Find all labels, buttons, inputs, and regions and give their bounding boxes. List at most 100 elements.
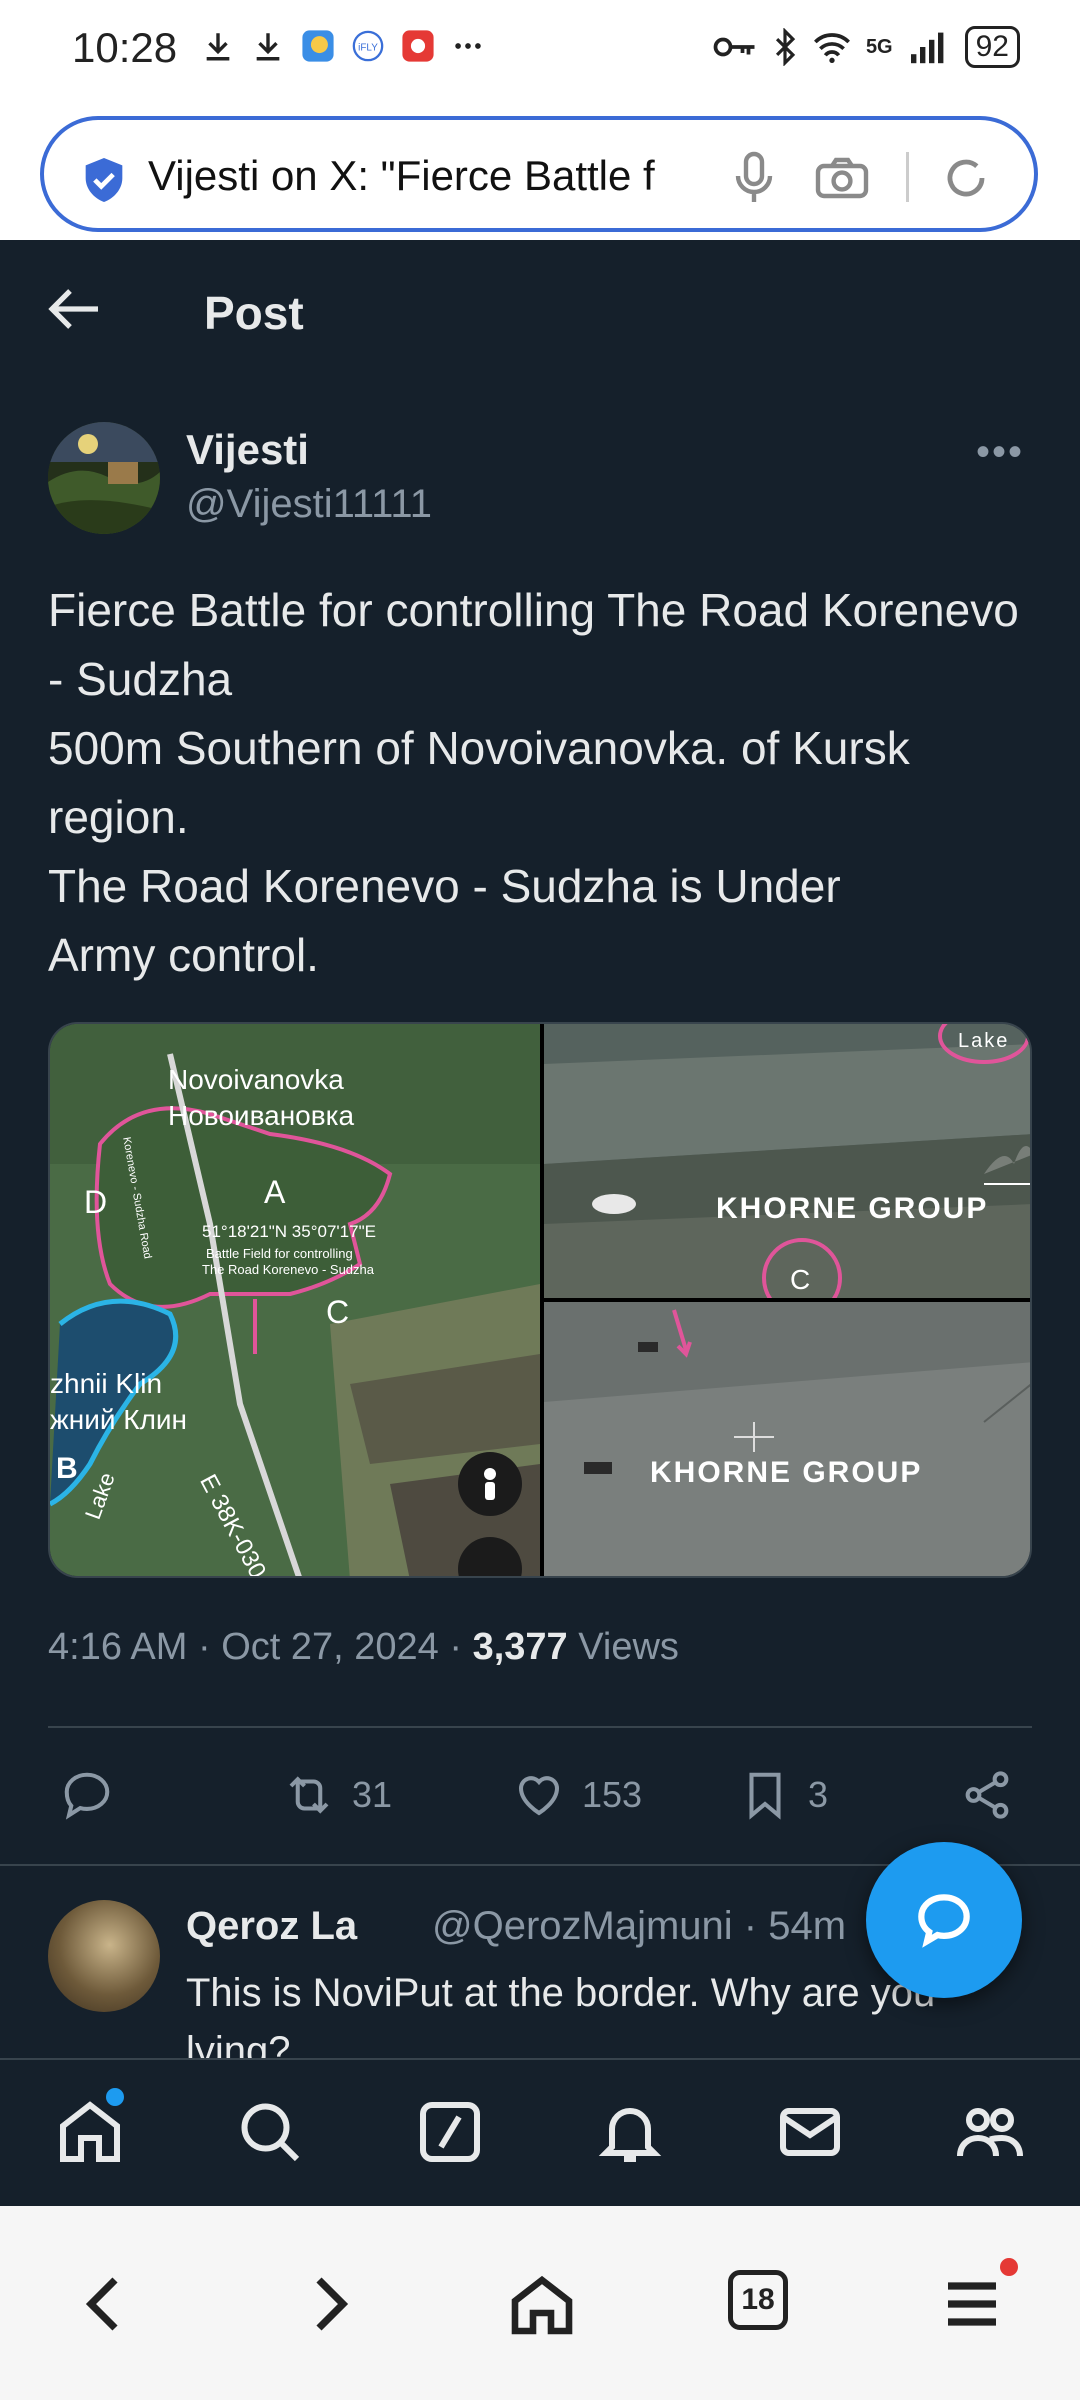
search-icon	[241, 2103, 300, 2162]
signal-label: 5G	[865, 35, 893, 58]
ukraine-flag-icon	[853, 868, 911, 906]
url-text[interactable]: Vijesti on X: "Fierce Battle f	[148, 152, 718, 200]
nav-home[interactable]	[54, 2096, 126, 2168]
battery-indicator: 92	[964, 26, 1020, 68]
post-text: Fierce Battle for controlling The Road K…	[48, 576, 1038, 990]
page-title: Post	[204, 287, 304, 339]
tabs-button[interactable]: 18	[728, 2270, 788, 2330]
author-avatar[interactable]	[48, 422, 160, 534]
map-label: Battle Field for controlling	[206, 1246, 353, 1261]
notifications-icon	[598, 2108, 662, 2162]
back-arrow-icon[interactable]	[46, 284, 102, 334]
video-label: Lake	[958, 1030, 1010, 1052]
views-count: 3,377	[472, 1626, 568, 1668]
map-label: Новоивановка	[168, 1100, 355, 1131]
reply-author-handle[interactable]: @QerozMajmuni · 54m	[432, 1904, 846, 1949]
camera-icon[interactable]	[814, 156, 870, 200]
reply-button[interactable]	[60, 1760, 114, 1830]
map-label: zhnii Klin	[50, 1368, 163, 1399]
video-thumbnail-bottom[interactable]: KHORNE GROUP	[544, 1302, 1030, 1576]
browser-back-button[interactable]	[70, 2268, 142, 2340]
more-options-icon[interactable]: •••	[976, 430, 1024, 475]
browser-home-button[interactable]	[506, 2268, 578, 2340]
download-icon	[250, 28, 286, 64]
key-icon	[713, 37, 755, 57]
nav-search[interactable]	[234, 2096, 306, 2168]
bookmark-count: 3	[808, 1774, 829, 1815]
map-image[interactable]: Novoivanovka Новоивановка A D C 51°18'21…	[50, 1024, 540, 1576]
bookmark-button[interactable]: 3	[738, 1760, 828, 1830]
video-label: C	[790, 1264, 813, 1295]
reload-icon[interactable]	[942, 154, 990, 202]
avatar-image	[48, 422, 160, 534]
address-bar[interactable]: Vijesti on X: "Fierce Battle f	[40, 116, 1038, 232]
app-bottom-nav	[0, 2058, 1080, 2206]
app-icon	[400, 28, 436, 64]
post-text-line: Army control.	[48, 929, 319, 981]
map-label: The Road Korenevo - Sudzha	[202, 1262, 374, 1277]
nav-messages[interactable]	[774, 2096, 846, 2168]
map-label: C	[326, 1294, 350, 1330]
author-handle[interactable]: @Vijesti11111	[186, 482, 432, 527]
cell-signal-icon	[910, 32, 944, 64]
post-text-segment: The Road Korenevo - Sudzha is Under	[48, 860, 841, 912]
views-label: Views	[567, 1626, 679, 1668]
browser-toolbar: Vijesti on X: "Fierce Battle f	[0, 100, 1080, 240]
nav-grok[interactable]	[414, 2096, 486, 2168]
map-label: Novoivanovka	[168, 1064, 344, 1095]
nav-notifications[interactable]	[594, 2096, 666, 2168]
post-media-grid[interactable]: Novoivanovka Новоивановка A D C 51°18'21…	[48, 1022, 1032, 1578]
video-watermark: KHORNE GROUP	[716, 1192, 989, 1225]
wifi-icon	[813, 33, 850, 63]
repost-button[interactable]: 31	[282, 1760, 392, 1830]
home-icon	[60, 2101, 120, 2162]
video-thumbnail-top[interactable]: KHORNE GROUP C Lake	[544, 1024, 1030, 1298]
divider	[48, 1726, 1032, 1728]
repost-count: 31	[352, 1774, 393, 1815]
notification-dot	[106, 2088, 124, 2106]
notification-icons: iFLY	[200, 28, 486, 64]
nav-communities[interactable]	[954, 2096, 1026, 2168]
bluetooth-icon	[775, 28, 796, 66]
communities-icon	[957, 2108, 1023, 2157]
like-button[interactable]: 153	[512, 1760, 642, 1830]
map-label: B	[56, 1452, 78, 1485]
download-icon	[200, 28, 236, 64]
browser-forward-button[interactable]	[292, 2268, 364, 2340]
repost-icon	[289, 1776, 329, 1814]
shield-check-icon	[85, 158, 123, 202]
menu-icon	[948, 2282, 996, 2326]
reply-bubble-icon	[918, 1894, 970, 1948]
like-count: 153	[582, 1774, 643, 1815]
address-bar-separator	[906, 152, 909, 202]
weather-app-icon	[300, 28, 336, 64]
home-icon	[511, 2275, 573, 2335]
compose-reply-button[interactable]	[866, 1842, 1022, 1998]
system-status: 5G 92	[712, 26, 1020, 68]
status-bar: 10:28 iFLY 5G 92	[0, 0, 1080, 100]
post-header: Post	[0, 240, 1080, 380]
browser-menu-button[interactable]	[936, 2268, 1008, 2340]
browser-bottom-bar: 18	[0, 2206, 1080, 2400]
share-button[interactable]	[960, 1760, 1014, 1830]
forward-icon	[316, 2277, 349, 2331]
reply-icon	[64, 1772, 110, 1820]
back-icon	[85, 2277, 118, 2331]
post-text-line: Fierce Battle for controlling The Road K…	[48, 584, 1019, 705]
grok-icon	[420, 2102, 480, 2162]
microphone-icon[interactable]	[734, 150, 774, 206]
author-name[interactable]: Vijesti	[186, 426, 309, 474]
ifly-app-icon: iFLY	[350, 28, 386, 64]
video-watermark: KHORNE GROUP	[650, 1456, 923, 1489]
post-text-line: The Road Korenevo - Sudzha is Under	[48, 852, 1038, 921]
menu-notification-dot	[1000, 2258, 1018, 2276]
post-text-line: 500m Southern of Novoivanovka. of Kursk …	[48, 722, 910, 843]
map-label: жний Клин	[50, 1404, 188, 1435]
more-notifications-icon	[450, 28, 486, 64]
video-frame-graphic	[544, 1024, 1030, 1298]
reply-avatar[interactable]	[48, 1900, 160, 2012]
svg-text:iFLY: iFLY	[358, 42, 378, 53]
reply-author-name[interactable]: Qeroz La	[186, 1904, 357, 1949]
post-actions: 31 153 3	[0, 1760, 1080, 1840]
status-time: 10:28	[72, 24, 178, 71]
